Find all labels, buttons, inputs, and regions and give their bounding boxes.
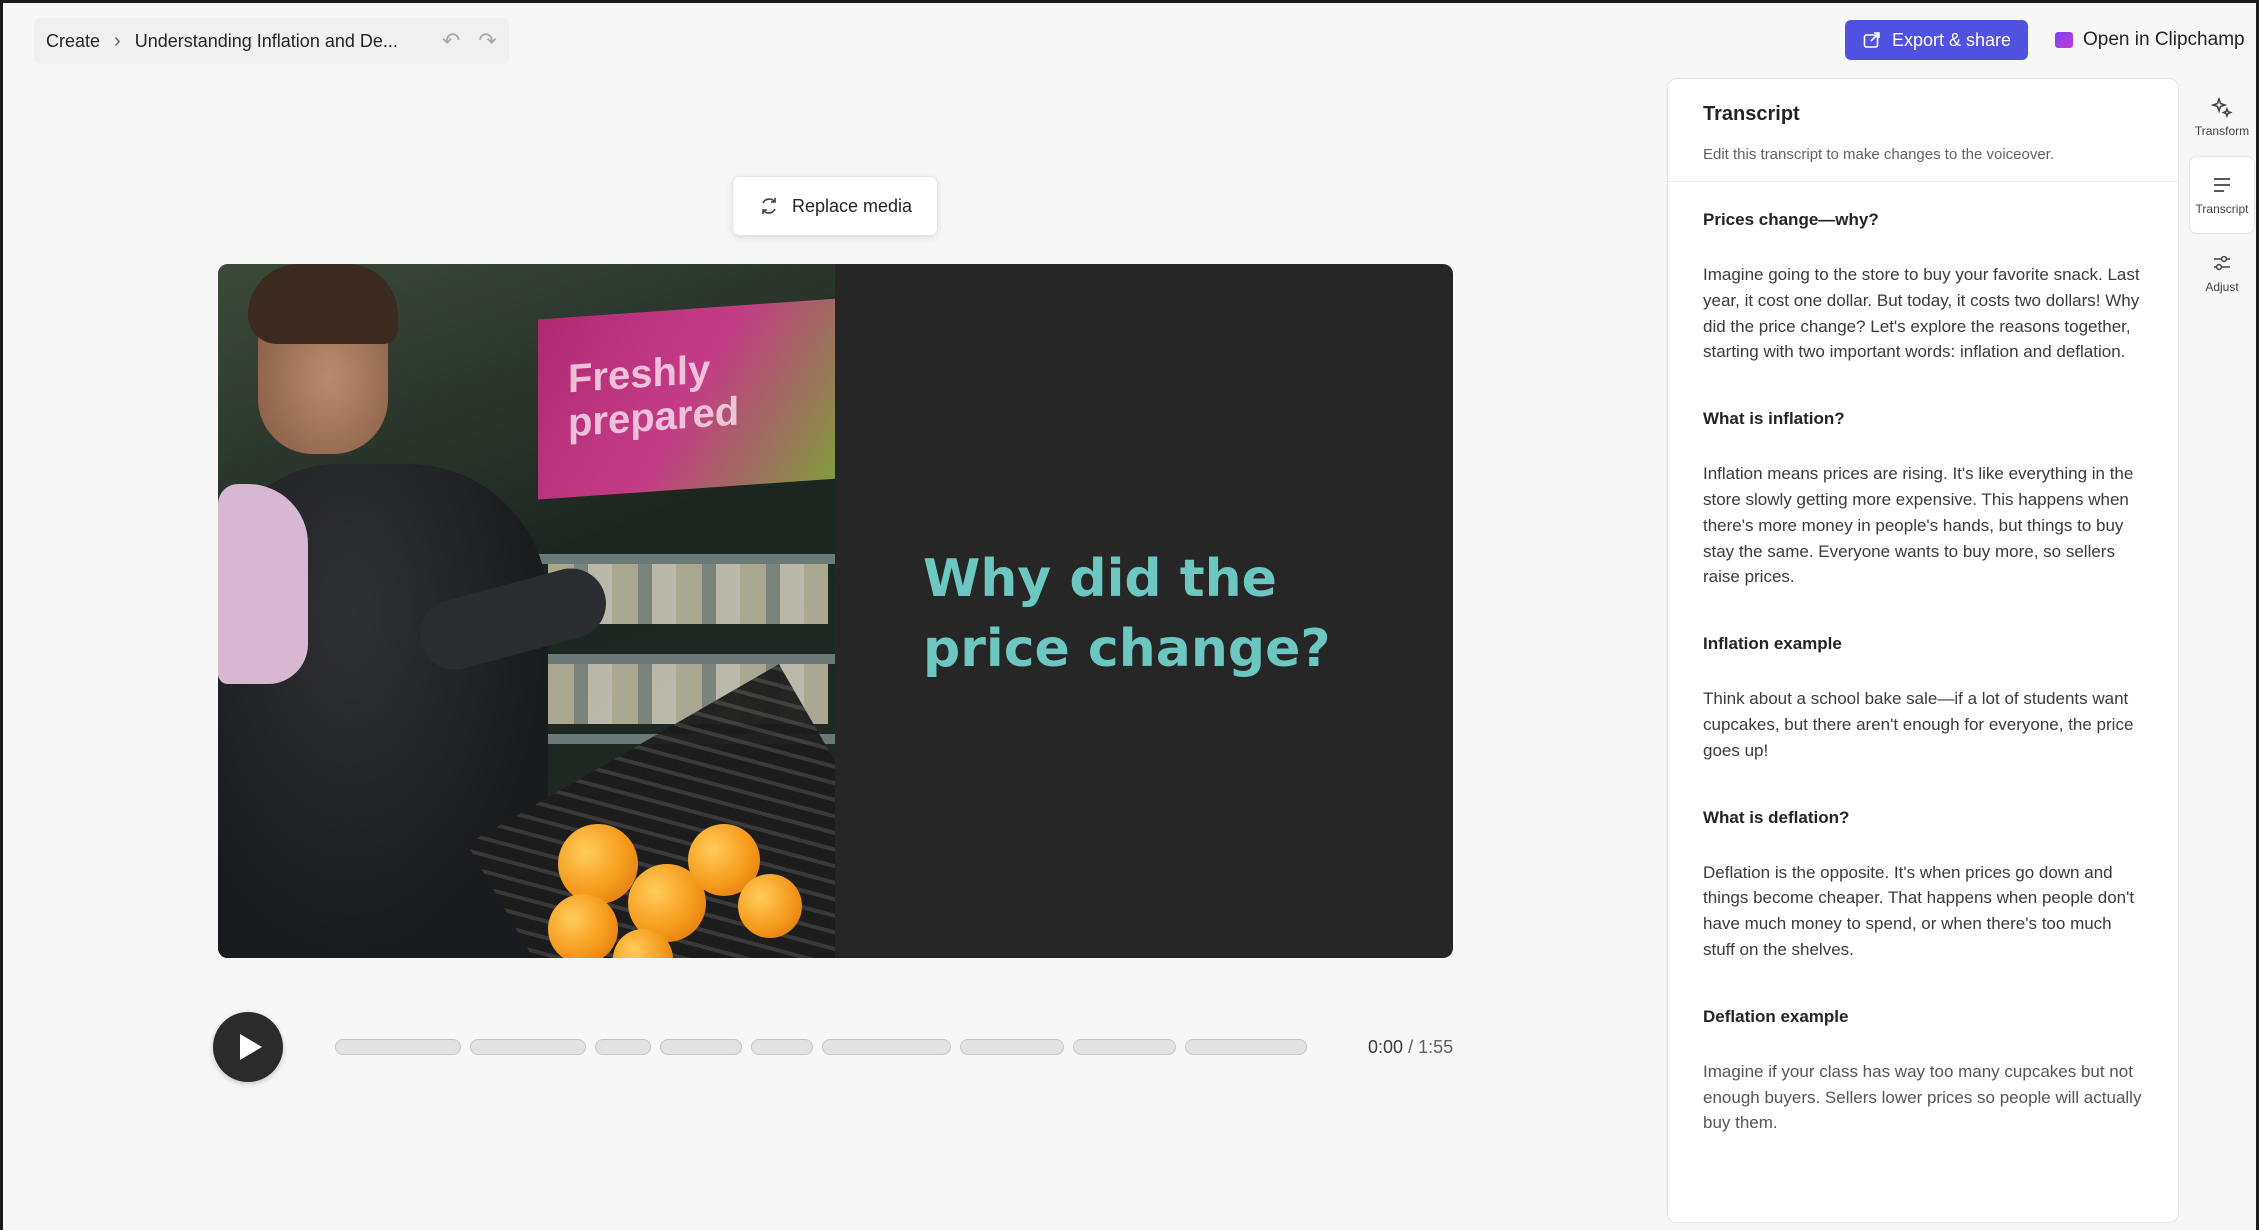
shelf [528,554,835,564]
transcript-body: Prices change—why? Imagine going to the … [1668,182,2178,1136]
time-total: 1:55 [1418,1037,1454,1057]
section-title: What is deflation? [1703,807,1850,827]
history-controls: ↶ ↷ [442,28,497,54]
transcript-panel: Transcript Edit this transcript to make … [1667,78,2179,1223]
replace-media-label: Replace media [791,195,913,216]
section-text[interactable]: Think about a school bake sale—if a lot … [1703,686,2143,763]
timeline-segment[interactable] [660,1039,742,1055]
timeline-segment[interactable] [1185,1039,1307,1055]
video-preview[interactable]: Freshly prepared Why did the price change… [218,264,1453,958]
timeline-segment[interactable] [470,1039,586,1055]
orange [548,894,618,958]
shelf [528,654,835,664]
rail-label-transcript: Transcript [2195,202,2249,216]
transcript-section: Prices change—why? Imagine going to the … [1703,210,2143,365]
share-icon [1863,32,1880,48]
timeline-segment[interactable] [595,1039,651,1055]
timeline[interactable] [335,1039,1307,1055]
project-title[interactable]: Understanding Inflation and De... [135,31,398,52]
breadcrumb-create[interactable]: Create [46,31,100,52]
video-title: Why did the price change? [923,549,1331,679]
section-title: Deflation example [1703,1006,1849,1026]
transcript-header: Transcript Edit this transcript to make … [1668,79,2178,182]
orange [738,874,802,938]
transcript-subtitle: Edit this transcript to make changes to … [1703,146,2055,163]
rail-item-transcript[interactable]: Transcript [2189,156,2255,234]
timeline-segment[interactable] [960,1039,1064,1055]
section-title: Prices change—why? [1703,210,1879,229]
open-in-clipchamp-link[interactable]: Open in Clipchamp [2055,20,2245,60]
rail-item-adjust[interactable]: Adjust [2189,234,2255,312]
orange [558,824,638,904]
section-title: What is inflation? [1703,409,1845,429]
timeline-segment[interactable] [1073,1039,1176,1055]
section-text[interactable]: Inflation means prices are rising. It's … [1703,461,2143,590]
undo-icon[interactable]: ↶ [442,28,460,54]
timeline-segment[interactable] [822,1039,951,1055]
lines-icon [2214,178,2230,192]
transcript-section: Deflation example Imagine if your class … [1703,1007,2143,1136]
timeline-segment[interactable] [751,1039,813,1055]
section-title: Inflation example [1703,634,1842,654]
transcript-section: What is deflation? Deflation is the oppo… [1703,808,2143,963]
section-text[interactable]: Deflation is the opposite. It's when pri… [1703,860,2143,963]
grocery-store-photo: Freshly prepared [218,264,835,958]
chevron-right-icon: › [114,29,121,52]
breadcrumb: Create › Understanding Inflation and De.… [34,18,509,64]
redo-icon[interactable]: ↷ [478,28,496,54]
title-panel: Why did the price change? [835,264,1453,958]
side-rail: Transform Transcript Adjust [2189,78,2255,312]
person-hair [248,264,398,344]
section-text[interactable]: Imagine if your class has way too many c… [1703,1059,2143,1136]
rail-label-adjust: Adjust [2205,280,2239,294]
transcript-section: What is inflation? Inflation means price… [1703,409,2143,590]
play-icon [240,1034,262,1060]
rail-item-transform[interactable]: Transform [2189,78,2255,156]
time-display: 0:00 / 1:55 [1368,1037,1454,1057]
replace-media-button[interactable]: Replace media [732,176,938,236]
timeline-segment[interactable] [335,1039,461,1055]
sparkle-icon [2211,96,2233,118]
section-text[interactable]: Imagine going to the store to buy your f… [1703,262,2143,365]
person-hood [218,484,308,684]
open-in-clipchamp-label: Open in Clipchamp [2083,29,2245,50]
export-share-label: Export & share [1891,29,2012,50]
transcript-title: Transcript [1703,103,1800,125]
rail-label-transform: Transform [2194,124,2250,138]
sliders-icon [2214,255,2230,271]
play-button[interactable] [213,1012,283,1082]
store-sign: Freshly prepared [538,298,835,500]
export-share-button[interactable]: Export & share [1845,20,2028,60]
refresh-icon [762,198,776,214]
clipchamp-icon [2055,32,2073,48]
transcript-section: Inflation example Think about a school b… [1703,634,2143,763]
time-current: 0:00 [1368,1037,1404,1057]
